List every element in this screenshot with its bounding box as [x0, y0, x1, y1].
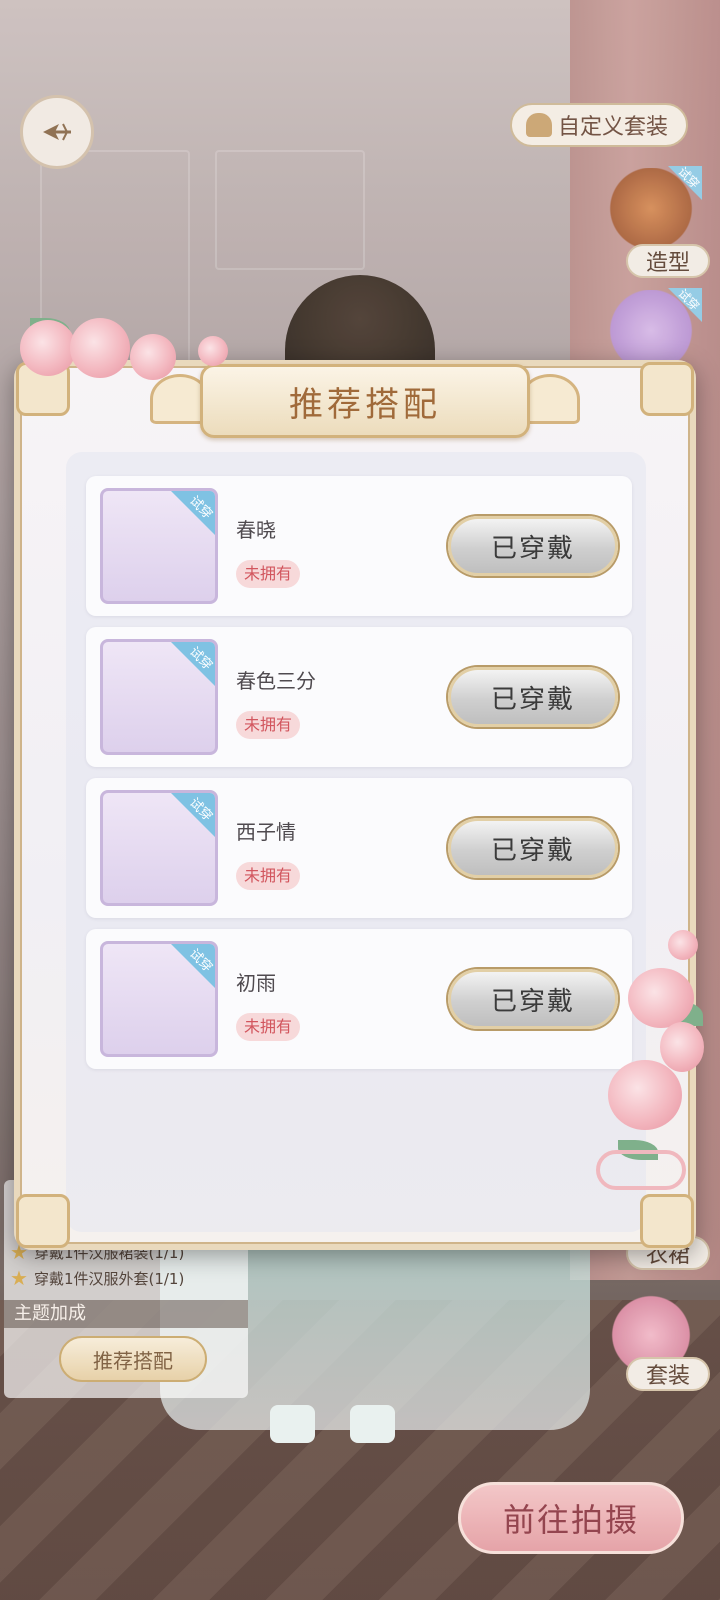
try-on-tag: 试穿 — [171, 642, 215, 686]
ribbon-bow — [596, 1150, 686, 1190]
status-badge: 未拥有 — [236, 862, 301, 890]
worn-button[interactable]: 已穿戴 — [448, 818, 618, 878]
rose — [198, 336, 228, 366]
outfit-name: 西子情 — [236, 820, 296, 844]
status-badge: 未拥有 — [236, 560, 301, 588]
try-on-tag: 试穿 — [171, 491, 215, 535]
dress-thumbnail[interactable]: 试穿 — [100, 639, 218, 755]
dialog-title: 推荐搭配 — [200, 364, 530, 438]
corner-ornament — [640, 1194, 694, 1248]
outfit-card: 试穿 春晓 未拥有 已穿戴 — [86, 476, 632, 616]
outfit-card: 试穿 春色三分 未拥有 已穿戴 — [86, 627, 632, 767]
rose — [608, 1060, 682, 1130]
corner-ornament — [640, 362, 694, 416]
outfit-name: 春色三分 — [236, 669, 316, 693]
rose — [130, 334, 176, 380]
status-badge: 未拥有 — [236, 1013, 301, 1041]
corner-ornament — [16, 1194, 70, 1248]
rose — [70, 318, 130, 378]
worn-button[interactable]: 已穿戴 — [448, 667, 618, 727]
rose — [20, 320, 76, 376]
worn-button[interactable]: 已穿戴 — [448, 969, 618, 1029]
recommend-outfit-dialog: 推荐搭配 试穿 春晓 未拥有 已穿戴 试穿 春色三分 未拥有 已穿戴 试穿 西子… — [14, 360, 696, 1250]
rose — [660, 1022, 704, 1072]
outfit-card: 试穿 初雨 未拥有 已穿戴 — [86, 929, 632, 1069]
coat-thumbnail[interactable]: 试穿 — [100, 790, 218, 906]
rose — [628, 968, 694, 1028]
try-on-tag: 试穿 — [171, 793, 215, 837]
outfit-name: 初雨 — [236, 971, 276, 995]
worn-button[interactable]: 已穿戴 — [448, 516, 618, 576]
status-badge: 未拥有 — [236, 711, 301, 739]
outfit-card: 试穿 西子情 未拥有 已穿戴 — [86, 778, 632, 918]
outfit-name: 春晓 — [236, 518, 276, 542]
try-on-tag: 试穿 — [171, 944, 215, 988]
hairstyle-thumbnail[interactable]: 试穿 — [100, 488, 218, 604]
rose — [668, 930, 698, 960]
shoes-thumbnail[interactable]: 试穿 — [100, 941, 218, 1057]
